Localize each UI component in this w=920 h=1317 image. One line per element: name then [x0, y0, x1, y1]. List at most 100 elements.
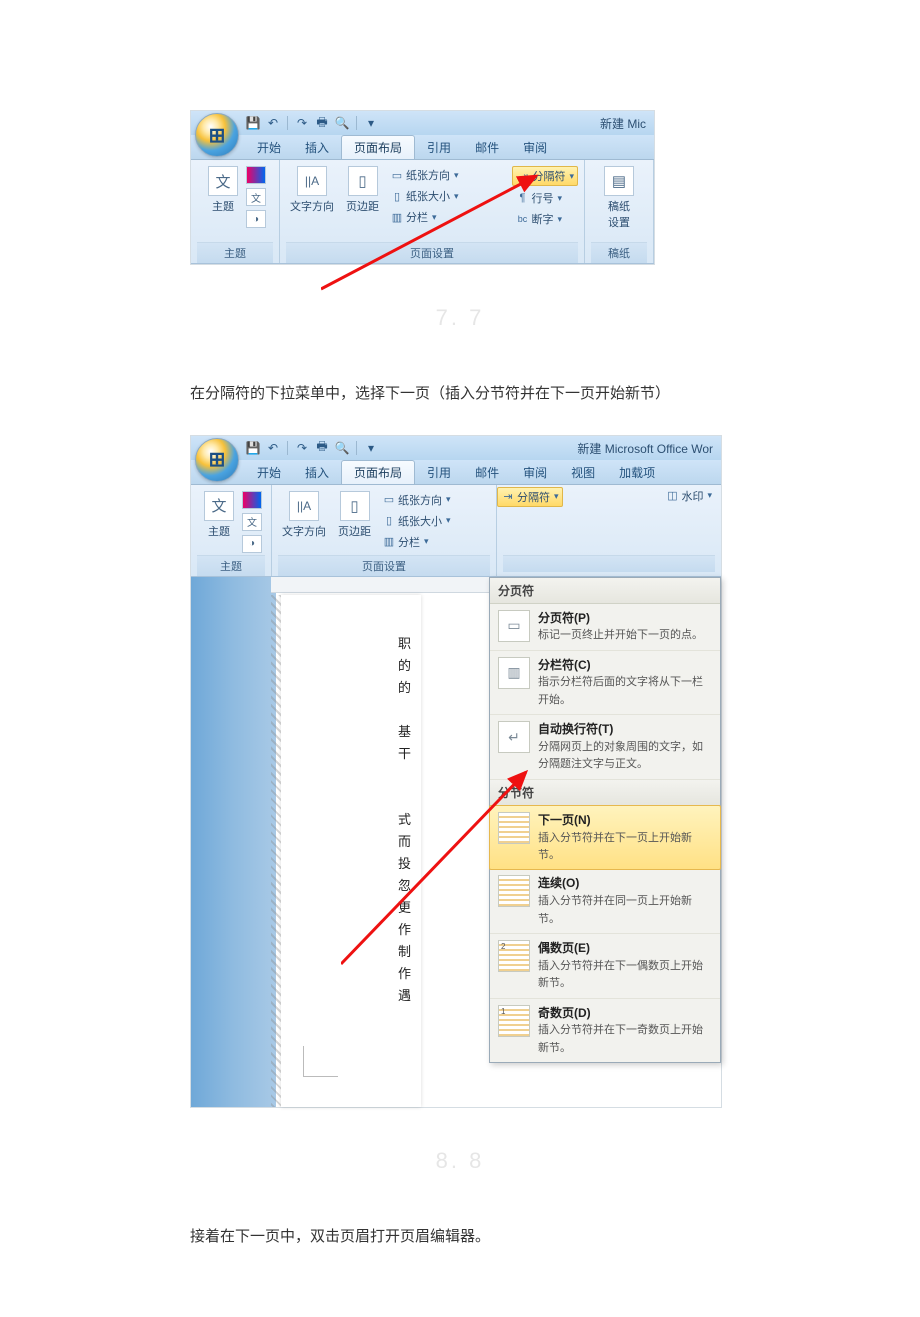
doc-char: 制 [398, 941, 411, 963]
fonts-icon[interactable]: 文 [242, 513, 262, 531]
undo-icon[interactable]: ↶ [265, 440, 281, 456]
tab-mailings[interactable]: 邮件 [463, 136, 511, 159]
preview-icon[interactable]: 🔍 [334, 440, 350, 456]
gaozhi-icon: ▤ [604, 166, 634, 196]
menu-item-page-break[interactable]: ▭ 分页符(P)标记一页终止并开始下一页的点。 [490, 604, 720, 651]
size-button[interactable]: ▯纸张大小▾ [387, 187, 508, 205]
office-button-2[interactable]: ⊞ [195, 438, 239, 482]
doc-char: 基 [398, 721, 411, 743]
print-icon[interactable]: 🖶 [314, 440, 330, 456]
screenshot-1: ⊞ 💾 ↶ ↷ 🖶 🔍 ▾ 新建 Mic 开始 插入 页面布局 引用 邮件 审阅 [190, 110, 655, 265]
tab-view[interactable]: 视图 [559, 461, 607, 484]
fonts-icon[interactable]: 文 [246, 188, 266, 206]
doc-char: 职 [398, 633, 411, 655]
tab-page-layout[interactable]: 页面布局 [341, 135, 415, 159]
doc-char: 作 [398, 919, 411, 941]
size-icon: ▯ [382, 514, 396, 528]
watermark-icon: ◫ [665, 489, 679, 503]
tab-page-layout[interactable]: 页面布局 [341, 460, 415, 484]
orientation-button[interactable]: ▭纸张方向▾ [387, 166, 508, 184]
colors-icon[interactable] [242, 491, 262, 509]
tab-insert[interactable]: 插入 [293, 136, 341, 159]
watermark-button[interactable]: ◫水印▾ [662, 487, 715, 505]
gaozhi-button[interactable]: ▤ 稿纸 设置 [600, 164, 638, 232]
paragraph-7: 在分隔符的下拉菜单中，选择下一页（插入分节符并在下一页开始新节） [190, 381, 730, 407]
paragraph-mark-icon [303, 1046, 338, 1077]
columns-button[interactable]: ▥分栏▾ [387, 208, 508, 226]
orientation-icon: ▭ [382, 493, 396, 507]
tab-addins[interactable]: 加载项 [607, 461, 667, 484]
breaks-button-2[interactable]: ⇥分隔符▾ [497, 487, 563, 507]
tab-review[interactable]: 审阅 [511, 461, 559, 484]
theme-button-2[interactable]: 文 主题 [200, 489, 238, 541]
breaks-button[interactable]: ⇥分隔符▾ [512, 166, 578, 186]
title-bar: ⊞ 💾 ↶ ↷ 🖶 🔍 ▾ 新建 Mic [191, 111, 654, 135]
undo-icon[interactable]: ↶ [265, 115, 281, 131]
group-breaks-right: ⇥分隔符▾ ◫水印▾ [497, 485, 721, 576]
tab-home[interactable]: 开始 [245, 136, 293, 159]
menu-item-continuous[interactable]: 连续(O)插入分节符并在同一页上开始新节。 [490, 869, 720, 934]
colors-icon[interactable] [246, 166, 266, 184]
hyphenation-button[interactable]: bc断字▾ [512, 210, 578, 228]
preview-icon[interactable]: 🔍 [334, 115, 350, 131]
doc-char [398, 765, 411, 787]
ribbon-tabs: 开始 插入 页面布局 引用 邮件 审阅 [191, 135, 654, 160]
text-direction-button[interactable]: ||A 文字方向 [286, 164, 338, 216]
print-icon[interactable]: 🖶 [314, 115, 330, 131]
group-label-page-setup: 页面设置 [286, 242, 578, 263]
office-button[interactable]: ⊞ [195, 113, 239, 157]
margins-button[interactable]: ▯ 页边距 [342, 164, 383, 216]
orientation-icon: ▭ [390, 168, 404, 182]
dropdown-header-section-breaks: 分节符 [490, 780, 720, 806]
group-theme-2: 文 主题 文 ◑ 主题 [191, 485, 272, 576]
menu-item-next-page[interactable]: 下一页(N)插入分节符并在下一页上开始新节。 [489, 805, 721, 871]
doc-char: 作 [398, 963, 411, 985]
page-break-icon: ▭ [498, 610, 530, 642]
redo-icon[interactable]: ↷ [294, 115, 310, 131]
group-label-page-setup-2: 页面设置 [278, 555, 490, 576]
effects-icon[interactable]: ◑ [246, 210, 266, 228]
group-gaozhi: ▤ 稿纸 设置 稿纸 [585, 160, 654, 263]
group-page-setup-2: ||A 文字方向 ▯ 页边距 ▭纸张方向▾ ▯纸张大小▾ ▥分栏▾ 页面设置 [272, 485, 497, 576]
doc-char: 忽 [398, 875, 411, 897]
columns-icon: ▥ [390, 210, 404, 224]
margins-button-2[interactable]: ▯ 页边距 [334, 489, 375, 541]
quick-access-toolbar-2: 💾 ↶ ↷ 🖶 🔍 ▾ [245, 436, 379, 460]
effects-icon[interactable]: ◑ [242, 535, 262, 553]
tab-insert[interactable]: 插入 [293, 461, 341, 484]
ribbon-2: 文 主题 文 ◑ 主题 ||A 文字方向 [191, 485, 721, 577]
orientation-button-2[interactable]: ▭纸张方向▾ [379, 491, 454, 509]
tab-home[interactable]: 开始 [245, 461, 293, 484]
odd-page-icon: 1 [498, 1005, 530, 1037]
tab-references[interactable]: 引用 [415, 136, 463, 159]
window-title: 新建 Mic [600, 115, 646, 132]
document-page: 职的的 基干 式而投忽更作制作遇 [281, 595, 421, 1107]
theme-button[interactable]: 文 主题 [204, 164, 242, 216]
menu-item-even-page[interactable]: 2 偶数页(E)插入分节符并在下一偶数页上开始新节。 [490, 934, 720, 999]
doc-char: 遇 [398, 985, 411, 1007]
size-button-2[interactable]: ▯纸张大小▾ [379, 512, 454, 530]
tab-review[interactable]: 审阅 [511, 136, 559, 159]
doc-char: 的 [398, 655, 411, 677]
theme-icon: 文 [208, 166, 238, 196]
hyphenation-icon: bc [515, 212, 529, 226]
text-direction-button-2[interactable]: ||A 文字方向 [278, 489, 330, 541]
line-number-icon: ¶ [515, 191, 529, 205]
size-icon: ▯ [390, 189, 404, 203]
menu-item-column-break[interactable]: ▥ 分栏符(C)指示分栏符后面的文字将从下一栏开始。 [490, 651, 720, 716]
columns-button-2[interactable]: ▥分栏▾ [379, 533, 454, 551]
tab-mailings[interactable]: 邮件 [463, 461, 511, 484]
redo-icon[interactable]: ↷ [294, 440, 310, 456]
menu-item-text-wrap[interactable]: ↵ 自动换行符(T)分隔网页上的对象周围的文字，如分隔题注文字与正文。 [490, 715, 720, 780]
breaks-icon: ⇥ [501, 490, 515, 504]
save-icon[interactable]: 💾 [245, 115, 261, 131]
menu-item-odd-page[interactable]: 1 奇数页(D)插入分节符并在下一奇数页上开始新节。 [490, 999, 720, 1063]
line-numbers-button[interactable]: ¶行号▾ [512, 189, 578, 207]
group-label-theme: 主题 [197, 242, 273, 263]
qat-more-icon[interactable]: ▾ [363, 440, 379, 456]
save-icon[interactable]: 💾 [245, 440, 261, 456]
columns-icon: ▥ [382, 535, 396, 549]
qat-more-icon[interactable]: ▾ [363, 115, 379, 131]
tab-references[interactable]: 引用 [415, 461, 463, 484]
column-break-icon: ▥ [498, 657, 530, 689]
